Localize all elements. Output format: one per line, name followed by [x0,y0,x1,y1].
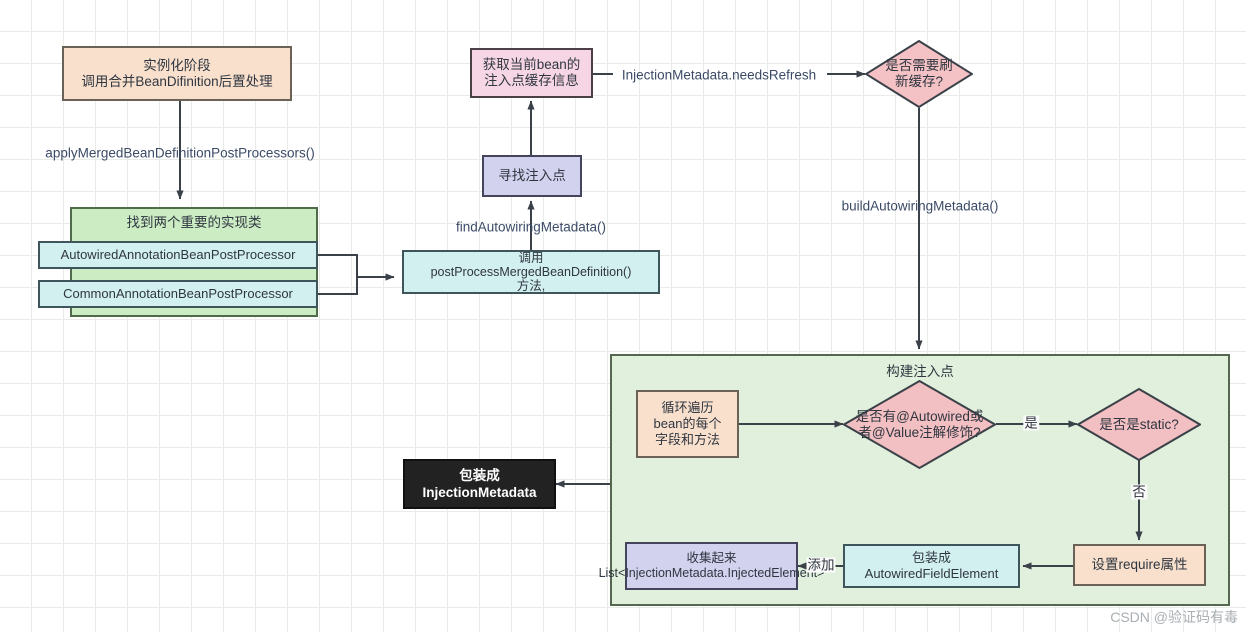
node-post-process-merged-bean-definition[interactable]: 调用 postProcessMergedBeanDefinition() 方法, [402,250,660,294]
edge-label-apply-merged: applyMergedBeanDefinitionPostProcessors(… [45,145,315,161]
edge-label-build-autowiring: buildAutowiringMetadata() [841,198,999,214]
watermark: CSDN @验证码有毒 [1110,609,1238,625]
node-autowired-annotation-bean-post-processor[interactable]: AutowiredAnnotationBeanPostProcessor [38,241,318,269]
edge-autowired-to-postprocess [318,254,395,281]
decision-has-annotation-label: 是否有@Autowired或 者@Value注解修饰? [855,408,984,440]
decision-is-static-label: 是否是static? [1099,416,1179,432]
group-title: 构建注入点 [886,364,954,379]
node-loop-bean-fields-methods[interactable]: 循环遍历 bean的每个 字段和方法 [636,390,739,458]
node-set-require-attribute[interactable]: 设置require属性 [1073,544,1206,586]
decision-is-static: 是否是static? [1077,388,1201,461]
node-wrap-autowired-field-element[interactable]: 包装成 AutowiredFieldElement [843,544,1020,588]
node-common-annotation-bean-post-processor[interactable]: CommonAnnotationBeanPostProcessor [38,280,318,308]
decision-has-annotation: 是否有@Autowired或 者@Value注解修饰? [843,380,996,469]
edge-label-no: 否 [1131,484,1147,500]
edge-label-add: 添加 [806,557,836,573]
node-get-injection-cache[interactable]: 获取当前bean的 注入点缓存信息 [470,48,593,98]
node-find-injection-point[interactable]: 寻找注入点 [482,155,582,197]
diagram-canvas: 构建注入点 是否需要刷 新缓存? 是否有@Autowired或 者@Value注… [0,0,1246,632]
node-collect-injected-element-list[interactable]: 收集起来 List<InjectionMetadata.InjectedElem… [599,542,824,590]
edge-common-to-postprocess [318,277,358,295]
edge-label-yes: 是 [1023,415,1039,431]
node-instantiation-stage[interactable]: 实例化阶段 调用合并BeanDifinition后置处理 [62,46,292,101]
decision-need-refresh-cache: 是否需要刷 新缓存? [865,40,973,108]
edge-label-needs-refresh: InjectionMetadata.needsRefresh [621,67,817,83]
decision-need-refresh-label: 是否需要刷 新缓存? [885,58,953,89]
node-wrap-injection-metadata[interactable]: 包装成 InjectionMetadata [403,459,556,509]
edge-label-find-autowiring: findAutowiringMetadata() [455,219,607,235]
